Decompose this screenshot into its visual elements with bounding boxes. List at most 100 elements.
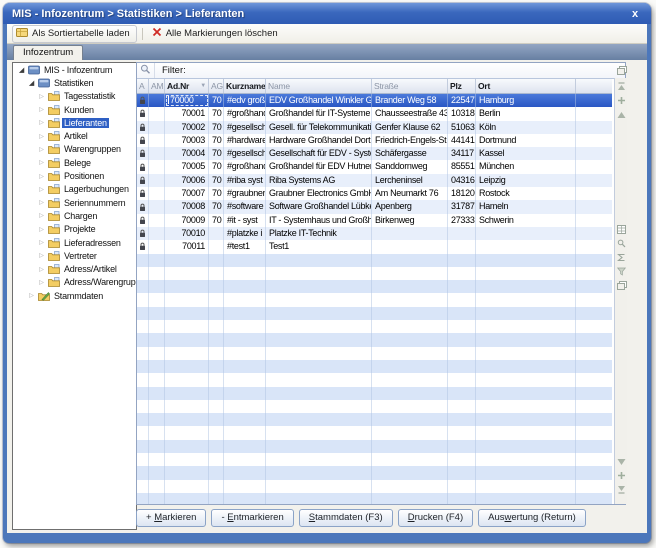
table-row[interactable]: 7000870#softwareSoftware Großhandel Lübk… (137, 200, 612, 213)
tree-item-label: Adress/Artikel (62, 264, 119, 274)
tree-item-positionen[interactable]: ▷Positionen (13, 169, 136, 182)
collapse-arrow-icon[interactable]: ◢ (17, 66, 26, 74)
titlebar: MIS - Infozentrum > Statistiken > Liefer… (3, 3, 651, 24)
tree-item-seriennummern[interactable]: ▷Seriennummern (13, 196, 136, 209)
filter-icon-box[interactable] (137, 63, 155, 78)
table-row[interactable]: 7000270#gesellschGesell. für Telekommuni… (137, 121, 612, 134)
auswertung-button[interactable]: Auswertung (Return) (478, 509, 586, 527)
tree-item-label: Belege (62, 158, 93, 168)
sum-icon[interactable] (616, 252, 627, 263)
scroll-to-bottom-icon[interactable] (616, 484, 627, 495)
table-row[interactable]: 70011#test1Test1 (137, 240, 612, 253)
column-header-ag[interactable]: AG (209, 79, 224, 93)
expand-arrow-icon[interactable]: ▷ (37, 212, 46, 219)
copy-icon[interactable] (616, 280, 627, 291)
table-row[interactable]: 7000670#riba systRiba Systems AGLercheni… (137, 174, 612, 187)
expand-arrow-icon[interactable]: ▷ (37, 252, 46, 259)
expand-arrow-icon[interactable]: ▷ (37, 133, 46, 140)
scroll-up-icon[interactable] (616, 109, 627, 120)
insert-row-icon[interactable] (616, 95, 627, 106)
clear-marks-button[interactable]: Alle Markierungen löschen (148, 25, 285, 42)
table-row[interactable]: 7000570#großhandeGroßhandel für EDV Hutn… (137, 160, 612, 173)
grid-view-icon[interactable] (616, 224, 627, 235)
column-header-name[interactable]: Name (266, 79, 372, 93)
column-header-ort[interactable]: Ort (476, 79, 576, 93)
tree-item-lieferanten[interactable]: ▷ Lieferanten (13, 116, 136, 129)
tree-item-label: Statistiken (52, 78, 95, 88)
entmarkieren-button[interactable]: - Entmarkieren (211, 509, 293, 527)
load-sort-table-button[interactable]: Als Sortiertabelle laden (12, 25, 137, 43)
table-row[interactable]: 7000370#hardwareHardware Großhandel Dort… (137, 134, 612, 147)
column-header-kurzname[interactable]: Kurzname (224, 79, 266, 93)
markieren-button[interactable]: + Markieren (136, 509, 206, 527)
column-chooser-icon[interactable] (616, 65, 627, 76)
expand-arrow-icon[interactable]: ▷ (37, 279, 46, 286)
tree-item-artikel[interactable]: ▷Artikel (13, 129, 136, 142)
folder-icon (48, 277, 60, 287)
column-header-adnr[interactable]: Ad.Nr▼ (165, 79, 209, 93)
tree-item-label: Vertreter (62, 251, 99, 261)
stammdaten-button[interactable]: Stammdaten (F3) (299, 509, 393, 527)
collapse-arrow-icon[interactable]: ◢ (27, 79, 36, 87)
expand-arrow-icon[interactable]: ▷ (37, 239, 46, 246)
tree-item-lieferadressen[interactable]: ▷Lieferadressen (13, 236, 136, 249)
search-icon[interactable] (616, 238, 627, 249)
tab-infozentrum[interactable]: Infozentrum (13, 45, 83, 60)
expand-arrow-icon[interactable]: ▷ (37, 159, 46, 166)
tree-item-warengruppen[interactable]: ▷Warengruppen (13, 143, 136, 156)
tree-item-label: Lieferanten (62, 118, 109, 128)
tree-item-kunden[interactable]: ▷Kunden (13, 103, 136, 116)
tree-item-belege[interactable]: ▷ Belege (13, 156, 136, 169)
empty-row (137, 360, 612, 373)
tree-item-projekte[interactable]: ▷Projekte (13, 223, 136, 236)
lock-icon (137, 200, 149, 213)
scroll-to-top-icon[interactable] (616, 81, 627, 92)
clear-marks-x-icon (152, 27, 162, 40)
tree-item-adress-warengruppen[interactable]: ▷ Adress/Warengruppen (13, 276, 136, 289)
tree-item-statistiken[interactable]: ◢ Statistiken (13, 76, 136, 89)
empty-row (137, 387, 612, 400)
tree-item-adress-artikel[interactable]: ▷ Adress/Artikel (13, 262, 136, 275)
filter-icon[interactable] (616, 266, 627, 277)
tree-item-mis-infozentrum[interactable]: ◢MIS - Infozentrum (13, 63, 136, 76)
folder-icon (48, 264, 60, 274)
expand-arrow-icon[interactable]: ▷ (37, 106, 46, 113)
tree-item-tagesstatistik[interactable]: ▷Tagesstatistik (13, 90, 136, 103)
text-caret (168, 95, 169, 104)
folder-icon (48, 91, 60, 101)
table-row[interactable]: 7000470#gesellschGesellschaft für EDV - … (137, 147, 612, 160)
column-header-a[interactable]: A (137, 79, 149, 93)
expand-arrow-icon[interactable]: ▷ (37, 226, 46, 233)
tree-item-vertreter[interactable]: ▷ Vertreter (13, 249, 136, 262)
scroll-down-icon[interactable] (616, 456, 627, 467)
empty-row (137, 320, 612, 333)
table-row[interactable]: 7000770#graubnerGraubner Electronics Gmb… (137, 187, 612, 200)
expand-arrow-icon[interactable]: ▷ (37, 119, 46, 126)
tab-strip: Infozentrum (7, 44, 647, 60)
table-row[interactable]: 7000170#großhandeGroßhandel für IT-Syste… (137, 107, 612, 120)
empty-row (137, 373, 612, 386)
tree-item-lagerbuchungen[interactable]: ▷Lagerbuchungen (13, 183, 136, 196)
expand-arrow-icon[interactable]: ▷ (37, 93, 46, 100)
expand-arrow-icon[interactable]: ▷ (37, 186, 46, 193)
drucken-button[interactable]: Drucken (F4) (398, 509, 473, 527)
tree-item-chargen[interactable]: ▷Chargen (13, 209, 136, 222)
column-header-strasse[interactable]: Straße (372, 79, 448, 93)
table-row[interactable]: 70010#platzke iPlatzke IT-Technik (137, 227, 612, 240)
expand-arrow-icon[interactable]: ▷ (37, 266, 46, 273)
append-row-icon[interactable] (616, 470, 627, 481)
tree-item-stammdaten[interactable]: ▷Stammdaten (13, 289, 136, 302)
expand-arrow-icon[interactable]: ▷ (37, 146, 46, 153)
column-header-plz[interactable]: Plz (448, 79, 476, 93)
column-header-am[interactable]: AM (149, 79, 165, 93)
adnr-edit-cell[interactable]: 70000 (165, 94, 209, 107)
table-row[interactable]: 7000070#edv großhEDV Großhandel Winkler … (137, 94, 612, 107)
table-row[interactable]: 7000970#it - systIT - Systemhaus und Gro… (137, 214, 612, 227)
expand-arrow-icon[interactable]: ▷ (37, 199, 46, 206)
close-button[interactable]: x (628, 8, 642, 20)
folder-icon (48, 198, 60, 208)
expand-arrow-icon[interactable]: ▷ (37, 173, 46, 180)
expand-arrow-icon[interactable]: ▷ (27, 292, 36, 299)
tree-item-label: Adress/Warengruppen (62, 277, 137, 287)
empty-row (137, 280, 612, 293)
